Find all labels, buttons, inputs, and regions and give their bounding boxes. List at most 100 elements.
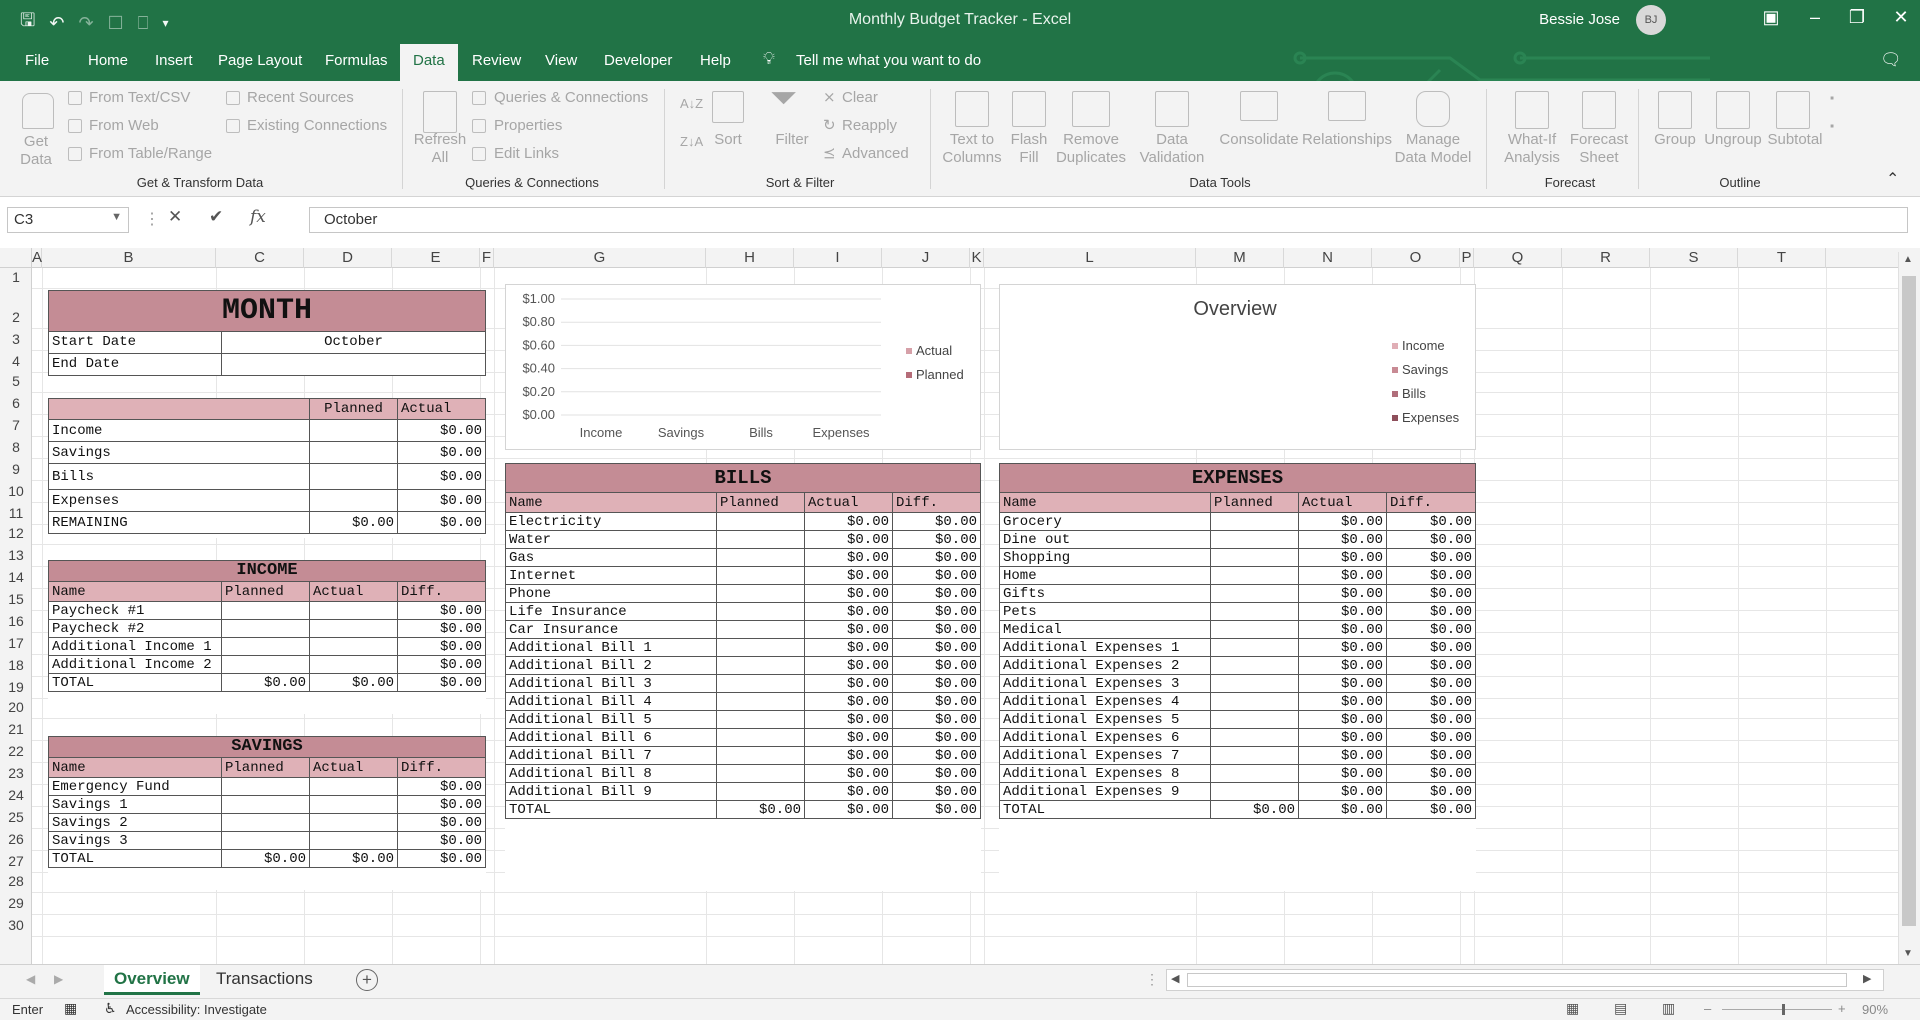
savings-cell[interactable]: Savings 3 xyxy=(48,832,222,850)
restore-icon[interactable]: ❐ xyxy=(1842,7,1872,28)
bills-cell[interactable] xyxy=(717,531,805,549)
expenses-cell[interactable]: $0.00 xyxy=(1299,765,1387,783)
expenses-cell[interactable]: Additional Expenses 6 xyxy=(999,729,1211,747)
tab-page-layout[interactable]: Page Layout xyxy=(218,52,302,69)
expenses-cell[interactable]: $0.00 xyxy=(1299,783,1387,801)
ribbon-display-options-icon[interactable]: ▣ xyxy=(1756,7,1786,28)
summary-cell[interactable]: $0.00 xyxy=(398,512,486,534)
income-cell[interactable] xyxy=(310,602,398,620)
expenses-cell[interactable]: $0.00 xyxy=(1387,585,1476,603)
summary-cell[interactable]: $0.00 xyxy=(398,464,486,490)
bills-cell[interactable]: Additional Bill 7 xyxy=(505,747,717,765)
bills-cell[interactable]: $0.00 xyxy=(893,675,981,693)
row-header-7[interactable]: 7 xyxy=(0,417,32,433)
bills-cell[interactable]: $0.00 xyxy=(805,747,893,765)
bills-cell[interactable]: Internet xyxy=(505,567,717,585)
income-cell[interactable]: $0.00 xyxy=(398,638,486,656)
income-cell[interactable]: Paycheck #1 xyxy=(48,602,222,620)
bills-cell[interactable]: $0.00 xyxy=(893,765,981,783)
savings-cell[interactable]: Savings 2 xyxy=(48,814,222,832)
savings-cell[interactable] xyxy=(310,832,398,850)
expenses-cell[interactable]: Gifts xyxy=(999,585,1211,603)
summary-cell[interactable]: $0.00 xyxy=(398,420,486,442)
expenses-cell[interactable]: Pets xyxy=(999,603,1211,621)
column-header-i[interactable]: I xyxy=(794,248,882,268)
expenses-cell[interactable]: $0.00 xyxy=(1387,567,1476,585)
scroll-right-icon[interactable]: ▶ xyxy=(1863,972,1871,985)
expenses-cell[interactable] xyxy=(1211,531,1299,549)
ungroup-button[interactable]: Ungroup xyxy=(1700,131,1766,149)
row-header-20[interactable]: 20 xyxy=(0,699,32,715)
bills-cell[interactable] xyxy=(717,765,805,783)
bills-cell[interactable]: $0.00 xyxy=(893,693,981,711)
bills-cell[interactable]: Gas xyxy=(505,549,717,567)
recent-sources-button[interactable]: Recent Sources xyxy=(247,89,354,107)
column-header-o[interactable]: O xyxy=(1372,248,1460,268)
get-data-button[interactable]: Get Data xyxy=(10,133,62,169)
savings-cell[interactable]: Emergency Fund xyxy=(48,778,222,796)
expenses-cell[interactable] xyxy=(1211,783,1299,801)
bills-cell[interactable] xyxy=(717,639,805,657)
tab-developer[interactable]: Developer xyxy=(604,52,672,69)
row-header-9[interactable]: 9 xyxy=(0,461,32,477)
expenses-cell[interactable] xyxy=(1211,765,1299,783)
row-header-10[interactable]: 10 xyxy=(0,483,32,499)
row-header-1[interactable]: 1 xyxy=(0,269,32,285)
income-cell[interactable] xyxy=(310,638,398,656)
vertical-scrollbar[interactable]: ▲ ▼ xyxy=(1898,252,1920,964)
expenses-cell[interactable]: $0.00 xyxy=(1299,801,1387,819)
bills-cell[interactable]: $0.00 xyxy=(805,549,893,567)
insert-function-icon[interactable]: fx xyxy=(250,207,266,227)
expenses-cell[interactable]: Home xyxy=(999,567,1211,585)
flash-fill-button[interactable]: Flash Fill xyxy=(1004,131,1054,167)
row-header-11[interactable]: 11 xyxy=(0,505,32,521)
column-header-s[interactable]: S xyxy=(1650,248,1738,268)
clear-button[interactable]: Clear xyxy=(842,89,878,107)
bills-cell[interactable]: $0.00 xyxy=(893,711,981,729)
refresh-all-button[interactable]: Refresh All xyxy=(410,131,470,167)
from-text-csv-button[interactable]: From Text/CSV xyxy=(89,89,190,107)
row-header-28[interactable]: 28 xyxy=(0,873,32,889)
savings-cell[interactable] xyxy=(310,814,398,832)
expenses-cell[interactable]: $0.00 xyxy=(1299,567,1387,585)
row-header-17[interactable]: 17 xyxy=(0,635,32,651)
expenses-cell[interactable]: $0.00 xyxy=(1299,639,1387,657)
sort-za-icon[interactable]: Z↓A xyxy=(680,133,703,151)
expenses-cell[interactable]: $0.00 xyxy=(1299,747,1387,765)
summary-cell[interactable] xyxy=(310,464,398,490)
start-date-value[interactable]: October xyxy=(222,332,486,354)
page-break-view-icon[interactable]: ▥ xyxy=(1662,1000,1675,1017)
expenses-cell[interactable]: $0.00 xyxy=(1387,549,1476,567)
minimize-icon[interactable]: – xyxy=(1800,7,1830,28)
sort-button[interactable]: Sort xyxy=(704,131,752,149)
row-header-21[interactable]: 21 xyxy=(0,721,32,737)
summary-cell[interactable] xyxy=(310,420,398,442)
subtotal-button[interactable]: Subtotal xyxy=(1762,131,1828,149)
row-header-26[interactable]: 26 xyxy=(0,831,32,847)
savings-cell[interactable]: Savings 1 xyxy=(48,796,222,814)
normal-view-icon[interactable]: ▦ xyxy=(1566,1000,1579,1017)
bills-cell[interactable]: $0.00 xyxy=(805,513,893,531)
bills-cell[interactable] xyxy=(717,675,805,693)
bills-cell[interactable]: $0.00 xyxy=(893,567,981,585)
zoom-level[interactable]: 90% xyxy=(1862,1002,1888,1017)
income-cell[interactable]: $0.00 xyxy=(398,674,486,692)
scroll-up-icon[interactable]: ▲ xyxy=(1903,254,1913,265)
expenses-cell[interactable]: $0.00 xyxy=(1299,585,1387,603)
expenses-cell[interactable] xyxy=(1211,711,1299,729)
column-header-t[interactable]: T xyxy=(1738,248,1826,268)
bills-cell[interactable] xyxy=(717,657,805,675)
bills-cell[interactable]: $0.00 xyxy=(893,783,981,801)
expenses-cell[interactable]: $0.00 xyxy=(1299,711,1387,729)
row-header-2[interactable]: 2 xyxy=(0,309,32,325)
bills-cell[interactable]: $0.00 xyxy=(805,603,893,621)
relationships-button[interactable]: Relationships xyxy=(1300,131,1394,149)
column-header-k[interactable]: K xyxy=(970,248,984,268)
summary-cell[interactable] xyxy=(310,442,398,464)
bills-cell[interactable]: $0.00 xyxy=(805,567,893,585)
comments-icon[interactable]: 🗨︎ xyxy=(1880,50,1902,70)
tab-insert[interactable]: Insert xyxy=(155,52,193,69)
zoom-slider[interactable] xyxy=(1722,1009,1832,1010)
expenses-cell[interactable] xyxy=(1211,657,1299,675)
column-header-p[interactable]: P xyxy=(1460,248,1474,268)
